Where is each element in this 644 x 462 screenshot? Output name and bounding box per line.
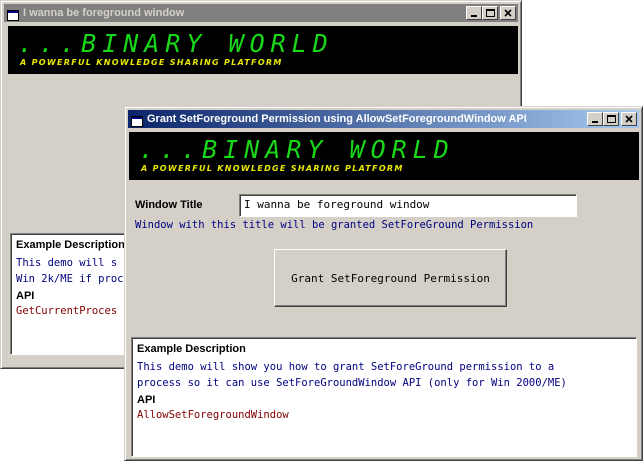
front-banner: ...BINARY WORLD A POWERFUL KNOWLEDGE SHA…: [129, 132, 639, 180]
description-heading: Example Description: [137, 343, 246, 355]
close-icon: [625, 115, 633, 123]
banner-title: ...BINARY WORLD: [18, 29, 334, 58]
banner-subtitle: A POWERFUL KNOWLEDGE SHARING PLATFORM: [141, 164, 404, 173]
app-icon[interactable]: [131, 114, 143, 127]
window-title-label: Window Title: [135, 199, 203, 211]
back-window-title: I wanna be foreground window: [23, 7, 185, 19]
api-value: AllowSetForegroundWindow: [137, 409, 289, 421]
front-window-titlebar[interactable]: Grant SetForeground Permission using All…: [128, 110, 639, 128]
front-window-title: Grant SetForeground Permission using All…: [147, 113, 527, 125]
maximize-button[interactable]: [482, 6, 498, 20]
minimize-button[interactable]: [587, 112, 603, 126]
front-window[interactable]: Grant SetForeground Permission using All…: [124, 106, 643, 461]
app-icon[interactable]: [7, 8, 19, 21]
back-banner: ...BINARY WORLD A POWERFUL KNOWLEDGE SHA…: [8, 26, 518, 74]
grant-permission-button[interactable]: Grant SetForeground Permission: [274, 249, 507, 307]
window-title-hint: Window with this title will be granted S…: [135, 219, 534, 231]
minimize-icon: [592, 121, 598, 123]
banner-subtitle: A POWERFUL KNOWLEDGE SHARING PLATFORM: [20, 58, 283, 67]
minimize-icon: [471, 15, 477, 17]
description-line: This demo will show you how to grant Set…: [137, 361, 555, 373]
front-description-box[interactable]: Example Description This demo will show …: [131, 337, 637, 457]
maximize-icon: [486, 9, 495, 17]
description-line: process so it can use SetForeGroundWindo…: [137, 377, 567, 389]
maximize-button[interactable]: [603, 112, 619, 126]
close-button[interactable]: [500, 6, 516, 20]
maximize-icon: [607, 115, 616, 123]
banner-title: ...BINARY WORLD: [139, 135, 455, 164]
window-title-input[interactable]: I wanna be foreground window: [239, 194, 577, 217]
api-heading: API: [137, 394, 156, 406]
close-button[interactable]: [621, 112, 637, 126]
close-icon: [504, 9, 512, 17]
back-window-titlebar[interactable]: I wanna be foreground window: [4, 4, 518, 22]
minimize-button[interactable]: [466, 6, 482, 20]
